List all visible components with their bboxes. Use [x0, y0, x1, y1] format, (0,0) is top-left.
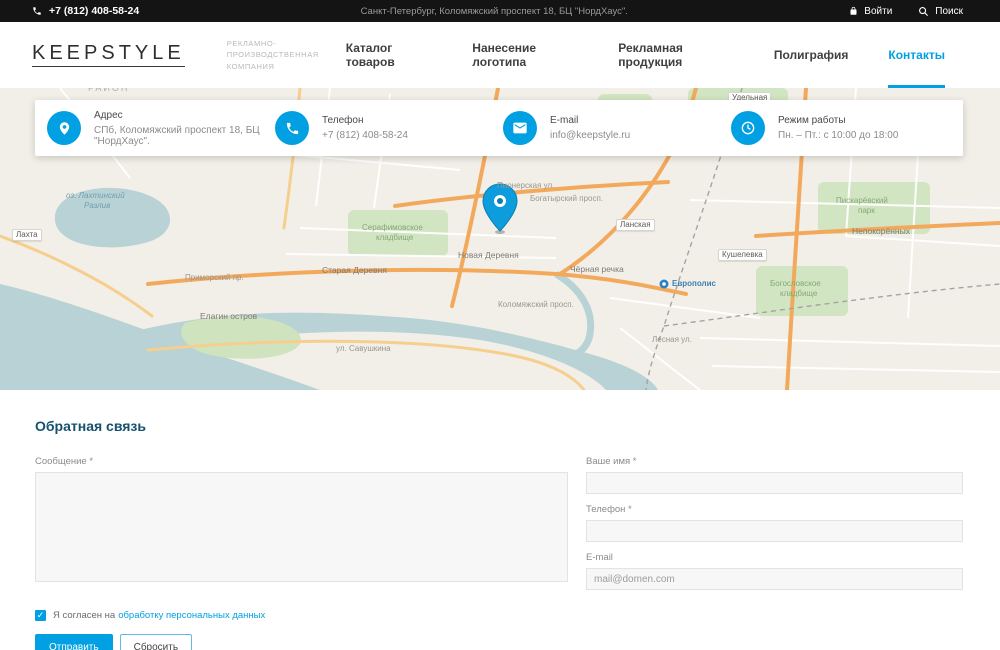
search-label: Поиск [935, 6, 963, 17]
topbar: +7 (812) 408-58-24 Санкт-Петербург, Коло… [0, 0, 1000, 22]
map-label: Чёрная речка [570, 265, 624, 274]
contact-info-card: Адрес СПб, Коломяжский проспект 18, БЦ "… [35, 100, 963, 156]
map-label: ул. Савушкина [336, 345, 391, 353]
nav-item-printing[interactable]: Полиграфия [774, 22, 849, 88]
map-label: Европолис [672, 280, 716, 288]
contact-address: Адрес СПб, Коломяжский проспект 18, БЦ "… [43, 110, 271, 147]
message-field[interactable] [35, 472, 568, 582]
map-label: Старая Деревня [322, 266, 387, 275]
map-label: Елагин остров [200, 312, 257, 321]
company-tagline: РЕКЛАМНО-ПРОИЗВОДСТВЕННАЯ КОМПАНИЯ [227, 38, 346, 72]
feedback-section: Обратная связь Сообщение * Ваше имя * Те… [0, 390, 1000, 650]
phone-icon [32, 6, 42, 16]
map-label: оз. Лахтинский [66, 192, 125, 200]
clock-icon [731, 111, 765, 145]
map-label: парк [858, 207, 875, 215]
contact-hours-value: Пн. – Пт.: с 10:00 до 18:00 [778, 130, 898, 141]
contact-hours: Режим работы Пн. – Пт.: с 10:00 до 18:00 [727, 111, 955, 145]
map-label: Новая Деревня [458, 251, 519, 260]
consent-text: Я согласен на [53, 610, 115, 621]
search-button[interactable]: Поиск [918, 6, 963, 17]
main-nav: Каталог товаров Нанесение логотипа Рекла… [346, 22, 945, 88]
contact-email-value: info@keepstyle.ru [550, 130, 630, 141]
phone-field[interactable] [586, 520, 963, 542]
contact-phone-value: +7 (812) 408-58-24 [322, 130, 408, 141]
nav-item-logo-application[interactable]: Нанесение логотипа [472, 22, 578, 88]
lock-icon [849, 6, 858, 16]
search-icon [918, 6, 929, 17]
map-label: Богословское [770, 280, 821, 288]
topbar-phone[interactable]: +7 (812) 408-58-24 [32, 5, 139, 17]
contact-hours-title: Режим работы [778, 115, 898, 126]
map-label: Пискарёвский [836, 197, 888, 205]
map-label: Лесная ул. [652, 336, 692, 344]
map-label: Кушелевка [718, 249, 767, 261]
email-label: E-mail [586, 552, 963, 563]
map-label: РАЙОН [88, 88, 129, 93]
contact-email: E-mail info@keepstyle.ru [499, 111, 727, 145]
logo[interactable]: KEEPSTYLE [32, 43, 185, 67]
map[interactable]: РАЙОН оз. Лахтинский Разлив Лахта Примор… [0, 88, 1000, 390]
map-label: кладбище [780, 290, 817, 298]
map-label: Разлив [84, 202, 110, 210]
message-label: Сообщение * [35, 456, 568, 467]
map-label: кладбище [376, 234, 413, 242]
map-label: Приморский пр. [185, 274, 244, 282]
contact-address-value: СПб, Коломяжский проспект 18, БЦ "НордХа… [94, 125, 271, 147]
phone-label: Телефон * [586, 504, 963, 515]
login-label: Войти [864, 6, 892, 17]
reset-button[interactable]: Сбросить [120, 634, 192, 650]
topbar-phone-number: +7 (812) 408-58-24 [49, 5, 139, 17]
name-label: Ваше имя * [586, 456, 963, 467]
map-label: Лахта [12, 229, 42, 241]
contact-phone: Телефон +7 (812) 408-58-24 [271, 111, 499, 145]
topbar-address: Санкт-Петербург, Коломяжский проспект 18… [139, 6, 849, 17]
contact-email-title: E-mail [550, 115, 630, 126]
nav-item-contacts[interactable]: Контакты [888, 22, 945, 88]
email-field[interactable] [586, 568, 963, 590]
map-label: Пионерская ул. [497, 182, 554, 190]
consent-link[interactable]: обработку персональных данных [118, 610, 265, 621]
map-label: Богатырский просп. [530, 195, 603, 203]
submit-button[interactable]: Отправить [35, 634, 113, 650]
envelope-icon [503, 111, 537, 145]
poi-europolis-icon [660, 280, 669, 289]
contact-phone-title: Телефон [322, 115, 408, 126]
phone-icon [275, 111, 309, 145]
map-label: Ланская [616, 219, 655, 231]
consent-checkbox[interactable]: ✓ [35, 610, 46, 621]
map-label: Коломяжский просп. [498, 301, 574, 309]
header: KEEPSTYLE РЕКЛАМНО-ПРОИЗВОДСТВЕННАЯ КОМП… [0, 22, 1000, 88]
login-button[interactable]: Войти [849, 6, 892, 17]
nav-item-promo-products[interactable]: Рекламная продукция [618, 22, 734, 88]
map-label: Серафимовское [362, 224, 423, 232]
name-field[interactable] [586, 472, 963, 494]
contact-address-title: Адрес [94, 110, 271, 121]
location-pin-icon [47, 111, 81, 145]
page-title: Обратная связь [35, 418, 963, 434]
nav-item-catalog[interactable]: Каталог товаров [346, 22, 433, 88]
map-label: Непокорённых [852, 227, 910, 236]
